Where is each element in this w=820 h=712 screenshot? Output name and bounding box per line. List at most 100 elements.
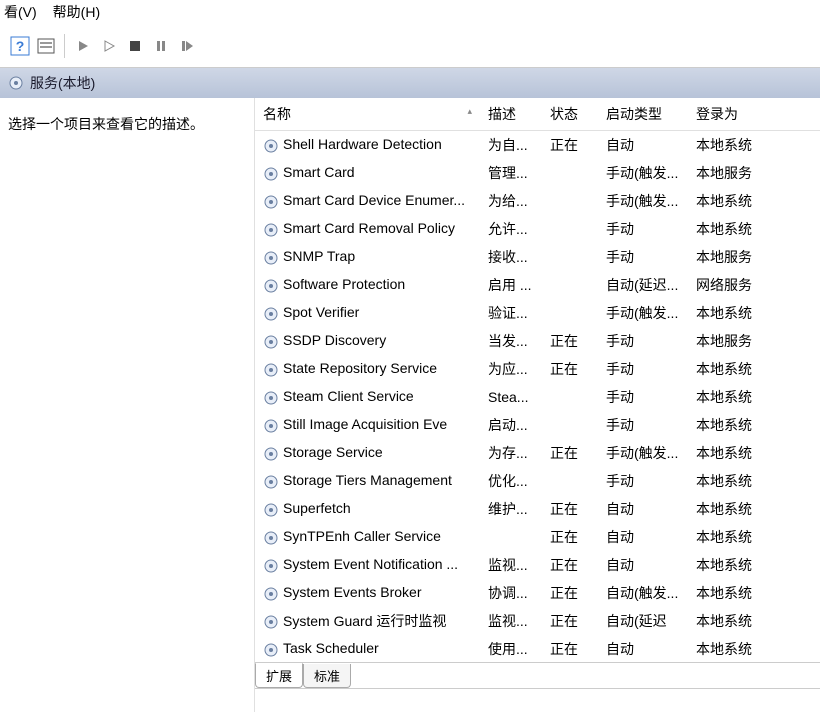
service-logon: 本地系统	[688, 411, 820, 439]
table-row[interactable]: System Events Broker协调...正在自动(触发...本地系统	[255, 579, 820, 607]
table-row[interactable]: Task Scheduler使用...正在自动本地系统	[255, 635, 820, 662]
col-name[interactable]: 名称	[255, 98, 480, 131]
service-status: 正在	[542, 439, 598, 467]
service-desc: 启用 ...	[480, 271, 542, 299]
play-icon	[76, 39, 90, 53]
start-service-button[interactable]	[71, 34, 95, 58]
service-name: Smart Card Removal Policy	[283, 220, 455, 236]
table-row[interactable]: Steam Client ServiceStea...手动本地系统	[255, 383, 820, 411]
service-logon: 本地系统	[688, 131, 820, 160]
service-logon: 本地系统	[688, 523, 820, 551]
service-status	[542, 187, 598, 215]
list-pane: 名称 描述 状态 启动类型 登录为 Shell Hardware Detecti…	[255, 98, 820, 712]
service-name: System Events Broker	[283, 584, 422, 600]
menu-bar: 看(V) 帮助(H)	[0, 0, 820, 24]
col-desc[interactable]: 描述	[480, 98, 542, 131]
gear-icon	[263, 194, 279, 210]
help-button[interactable]: ?	[8, 34, 32, 58]
col-status[interactable]: 状态	[542, 98, 598, 131]
stop-service-button[interactable]	[123, 34, 147, 58]
tab-standard[interactable]: 标准	[303, 664, 351, 688]
service-name: Storage Tiers Management	[283, 472, 452, 488]
service-name: Steam Client Service	[283, 388, 414, 404]
table-row[interactable]: Spot Verifier验证...手动(触发...本地系统	[255, 299, 820, 327]
service-startup: 手动(触发...	[598, 439, 688, 467]
service-logon: 本地服务	[688, 159, 820, 187]
svg-text:?: ?	[16, 38, 25, 54]
gear-icon	[263, 250, 279, 266]
services-table: 名称 描述 状态 启动类型 登录为 Shell Hardware Detecti…	[255, 98, 820, 662]
service-status: 正在	[542, 495, 598, 523]
service-logon: 本地系统	[688, 355, 820, 383]
service-status: 正在	[542, 551, 598, 579]
service-startup: 自动	[598, 131, 688, 160]
service-startup: 手动(触发...	[598, 187, 688, 215]
service-desc: 使用...	[480, 635, 542, 662]
service-startup: 自动	[598, 523, 688, 551]
service-name: Still Image Acquisition Eve	[283, 416, 447, 432]
services-table-wrap: 名称 描述 状态 启动类型 登录为 Shell Hardware Detecti…	[255, 98, 820, 662]
menu-help[interactable]: 帮助(H)	[53, 2, 100, 22]
gear-icon	[263, 362, 279, 378]
service-desc: 监视...	[480, 607, 542, 635]
service-name: System Event Notification ...	[283, 556, 458, 572]
export-list-button[interactable]	[34, 34, 58, 58]
col-startup[interactable]: 启动类型	[598, 98, 688, 131]
col-logon[interactable]: 登录为	[688, 98, 820, 131]
service-status	[542, 159, 598, 187]
service-name: SNMP Trap	[283, 248, 355, 264]
service-logon: 本地系统	[688, 299, 820, 327]
gear-icon	[263, 586, 279, 602]
gear-icon	[263, 306, 279, 322]
table-row[interactable]: System Guard 运行时监视监视...正在自动(延迟本地系统	[255, 607, 820, 635]
service-name: Shell Hardware Detection	[283, 136, 442, 152]
table-row[interactable]: Smart Card Removal Policy允许...手动本地系统	[255, 215, 820, 243]
service-startup: 手动	[598, 467, 688, 495]
service-desc: 验证...	[480, 299, 542, 327]
table-row[interactable]: Storage Service为存...正在手动(触发...本地系统	[255, 439, 820, 467]
service-status: 正在	[542, 579, 598, 607]
table-row[interactable]: Shell Hardware Detection为自...正在自动本地系统	[255, 131, 820, 160]
gear-icon	[263, 502, 279, 518]
service-startup: 手动(触发...	[598, 299, 688, 327]
gear-icon	[263, 558, 279, 574]
table-row[interactable]: State Repository Service为应...正在手动本地系统	[255, 355, 820, 383]
main-area: 服务(本地) 选择一个项目来查看它的描述。 名称 描述 状态	[0, 68, 820, 712]
services-node-icon	[8, 75, 24, 91]
service-name: Smart Card Device Enumer...	[283, 192, 465, 208]
table-row[interactable]: Smart Card Device Enumer...为给...手动(触发...…	[255, 187, 820, 215]
table-row[interactable]: Still Image Acquisition Eve启动...手动本地系统	[255, 411, 820, 439]
pause-service-button[interactable]	[149, 34, 173, 58]
service-desc: 启动...	[480, 411, 542, 439]
restart-service-button[interactable]	[97, 34, 121, 58]
service-desc: 为应...	[480, 355, 542, 383]
service-name: Software Protection	[283, 276, 405, 292]
menu-view[interactable]: 看(V)	[4, 2, 37, 22]
help-icon: ?	[10, 36, 30, 56]
table-row[interactable]: Superfetch维护...正在自动本地系统	[255, 495, 820, 523]
service-status: 正在	[542, 131, 598, 160]
service-startup: 自动(延迟	[598, 607, 688, 635]
table-row[interactable]: SynTPEnh Caller Service正在自动本地系统	[255, 523, 820, 551]
service-logon: 本地系统	[688, 607, 820, 635]
gear-icon	[263, 138, 279, 154]
table-row[interactable]: System Event Notification ...监视...正在自动本地…	[255, 551, 820, 579]
service-status: 正在	[542, 327, 598, 355]
gear-icon	[263, 390, 279, 406]
service-startup: 手动	[598, 215, 688, 243]
table-row[interactable]: SSDP Discovery当发...正在手动本地服务	[255, 327, 820, 355]
gear-icon	[263, 474, 279, 490]
service-logon: 本地系统	[688, 439, 820, 467]
tab-extended[interactable]: 扩展	[255, 663, 303, 688]
gear-icon	[263, 166, 279, 182]
gear-icon	[263, 530, 279, 546]
gear-icon	[263, 418, 279, 434]
status-bar	[255, 688, 820, 712]
table-row[interactable]: SNMP Trap接收...手动本地服务	[255, 243, 820, 271]
service-desc: 优化...	[480, 467, 542, 495]
table-row[interactable]: Software Protection启用 ...自动(延迟...网络服务	[255, 271, 820, 299]
table-row[interactable]: Storage Tiers Management优化...手动本地系统	[255, 467, 820, 495]
step-service-button[interactable]	[175, 34, 199, 58]
service-logon: 本地系统	[688, 495, 820, 523]
table-row[interactable]: Smart Card管理...手动(触发...本地服务	[255, 159, 820, 187]
